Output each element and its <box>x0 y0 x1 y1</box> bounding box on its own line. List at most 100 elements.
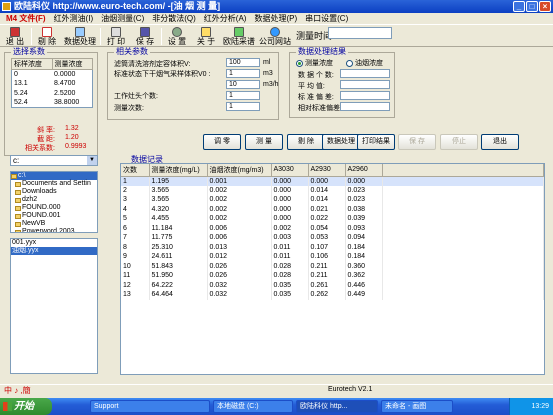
save-button[interactable]: 保 存 <box>398 134 436 150</box>
record-row[interactable]: 12 64.222 0.032 0.035 0.261 0.446 <box>121 280 544 290</box>
record-filler <box>382 185 544 195</box>
toolbar-remove-button[interactable]: 剔 除 <box>34 26 60 47</box>
coef-row[interactable]: 5.24 2.5200 <box>12 89 93 99</box>
coef-row[interactable]: 0 0.0000 <box>12 70 93 80</box>
record-row[interactable]: 1 1.195 0.001 0.000 0.000 0.000 <box>121 176 544 186</box>
result-std-input[interactable] <box>340 91 390 100</box>
menu-nondispersive[interactable]: 非分散法(Q) <box>148 13 200 24</box>
volume-input[interactable]: 100 <box>226 58 260 67</box>
coef-row[interactable]: 52.4 38.8000 <box>12 98 93 108</box>
grid-header[interactable]: 次数 <box>121 164 150 177</box>
folder-icon <box>15 205 21 211</box>
process-button[interactable]: 数据处理 <box>322 134 360 150</box>
grid-header[interactable]: A2960 <box>345 164 383 177</box>
meas-time-input[interactable] <box>328 27 392 39</box>
toolbar-exit-button[interactable]: 退 出 <box>2 26 28 47</box>
record-row[interactable]: 9 24.611 0.012 0.011 0.106 0.184 <box>121 252 544 262</box>
record-row[interactable]: 3 3.565 0.002 0.000 0.014 0.023 <box>121 195 544 205</box>
record-cell: 0.000 <box>271 204 309 214</box>
ime-toolbar[interactable]: 中 ♪ ,簡 <box>4 385 31 396</box>
radio-measured[interactable]: 测量浓度 <box>296 58 333 68</box>
record-cell: 0.011 <box>271 252 309 262</box>
coef-group: 选择系数 标样浓度 测量浓度 0 0.0000 13.1 8.4700 5.24 2.52… <box>4 47 98 156</box>
minimize-icon[interactable]: _ <box>513 1 525 12</box>
menu-data-processing[interactable]: 数据处理(P) <box>250 13 301 24</box>
toolbar-save-button[interactable]: 保 存 <box>132 26 158 47</box>
record-row[interactable]: 10 51.843 0.026 0.028 0.211 0.360 <box>121 261 544 271</box>
grid-header[interactable]: 油烟浓度(mg/m3) <box>207 164 272 177</box>
remove-button[interactable]: 剔 除 <box>287 134 325 150</box>
file-item[interactable]: 001.yyx <box>11 239 97 247</box>
record-row[interactable]: 11 51.950 0.026 0.028 0.211 0.362 <box>121 271 544 281</box>
folder-item[interactable]: FOUND.000 <box>11 204 97 212</box>
chevron-down-icon[interactable]: ▼ <box>87 156 97 165</box>
toolbar-about-button[interactable]: 关 于 <box>193 26 219 47</box>
record-row[interactable]: 6 11.184 0.006 0.002 0.054 0.093 <box>121 223 544 233</box>
folder-item[interactable]: Downloads <box>11 188 97 196</box>
count-input[interactable]: 1 <box>226 102 260 111</box>
result-mean-input[interactable] <box>340 80 390 89</box>
folder-item[interactable]: c:\ <box>11 172 97 180</box>
records-grid[interactable]: 次数 测量浓度(mg/L) 油烟浓度(mg/m3) A3030 A2930 A2960 1… <box>120 163 545 375</box>
record-row[interactable]: 5 4.455 0.002 0.000 0.022 0.039 <box>121 214 544 224</box>
menu-file[interactable]: M4 文件(F) <box>2 13 50 24</box>
record-cell: 0.023 <box>345 195 383 205</box>
file-list[interactable]: 001.yyx 油烟.yyx <box>10 238 98 374</box>
task-local-disk[interactable]: 本地磁盘 (C:) <box>213 400 293 413</box>
measure-button[interactable]: 测 量 <box>245 134 283 150</box>
grid-header-filler <box>382 164 544 177</box>
record-row[interactable]: 2 3.565 0.002 0.000 0.014 0.023 <box>121 185 544 195</box>
toolbar-website-label: 公司网站 <box>259 37 291 46</box>
task-paint[interactable]: 未命名 - 画图 <box>381 400 453 413</box>
task-eurotech[interactable]: 欧陆科仪 http... <box>296 400 378 413</box>
toolbar-spectrum-button[interactable]: 欧陆采谱 <box>222 26 256 47</box>
coef-row[interactable]: 13.1 8.4700 <box>12 79 93 89</box>
folder-tree[interactable]: c:\ Documents and Settin Downloads dzh2 FOUN… <box>10 171 98 233</box>
folder-item[interactable]: Documents and Settin <box>11 180 97 188</box>
result-rsd-input[interactable] <box>340 102 390 111</box>
folder-item[interactable]: FOUND.001 <box>11 212 97 220</box>
folder-item[interactable]: NewVB <box>11 220 97 228</box>
menu-serial[interactable]: 串口设置(C) <box>301 13 352 24</box>
record-row[interactable]: 8 25.310 0.013 0.011 0.107 0.184 <box>121 242 544 252</box>
gear-icon <box>172 27 182 37</box>
heads-input[interactable]: 1 <box>226 91 260 100</box>
coef-cell: 2.5200 <box>54 89 76 97</box>
zero-button[interactable]: 调 零 <box>203 134 241 150</box>
record-row[interactable]: 7 11.775 0.006 0.003 0.053 0.094 <box>121 233 544 243</box>
print-results-button[interactable]: 打印结果 <box>357 134 395 150</box>
grid-header[interactable]: A3030 <box>271 164 309 177</box>
folder-item[interactable]: dzh2 <box>11 196 97 204</box>
record-row[interactable]: 13 64.464 0.032 0.035 0.262 0.449 <box>121 290 544 300</box>
sample-volume-input[interactable]: 1 <box>226 69 260 78</box>
task-support[interactable]: Support <box>90 400 210 413</box>
radio-smoke[interactable]: 油烟浓度 <box>346 58 383 68</box>
menu-ir-oil[interactable]: 红外测油(I) <box>50 13 98 24</box>
toolbar-website-button[interactable]: 公司网站 <box>258 26 292 47</box>
clock: 13:29 <box>531 403 549 410</box>
folder-icon <box>15 221 21 227</box>
record-cell: 0.360 <box>345 261 383 271</box>
flow-input[interactable]: 10 <box>226 80 260 89</box>
menu-ir-analysis[interactable]: 红外分析(A) <box>200 13 251 24</box>
toolbar-process-button[interactable]: 数据处理 <box>62 26 98 47</box>
exit-button[interactable]: 退出 <box>481 134 519 150</box>
result-count-input[interactable] <box>340 69 390 78</box>
record-cell: 24.611 <box>149 252 208 262</box>
grid-header[interactable]: 测量浓度(mg/L) <box>149 164 208 177</box>
drive-select[interactable]: c: ▼ <box>10 155 98 166</box>
file-item[interactable]: 油烟.yyx <box>11 247 97 255</box>
menu-smoke[interactable]: 油烟测量(C) <box>97 13 148 24</box>
record-cell: 0.038 <box>345 204 383 214</box>
toolbar-settings-button[interactable]: 设 置 <box>164 26 190 47</box>
grid-header[interactable]: A2930 <box>308 164 346 177</box>
folder-item[interactable]: Powerword 2003 <box>11 228 97 232</box>
results-group: 数据处理结果 测量浓度 油烟浓度 数 据 个 数: 平 均 值: 标 准 偏 差… <box>289 47 395 118</box>
close-icon[interactable]: × <box>539 1 551 12</box>
start-button[interactable]: 开始 <box>0 398 52 415</box>
stop-button[interactable]: 停止 <box>440 134 478 150</box>
maximize-icon[interactable]: □ <box>526 1 538 12</box>
toolbar-print-button[interactable]: 打 印 <box>103 26 129 47</box>
coef-table[interactable]: 标样浓度 测量浓度 0 0.0000 13.1 8.4700 5.24 2.5200 52.… <box>11 58 93 108</box>
record-row[interactable]: 4 4.320 0.002 0.000 0.021 0.038 <box>121 204 544 214</box>
